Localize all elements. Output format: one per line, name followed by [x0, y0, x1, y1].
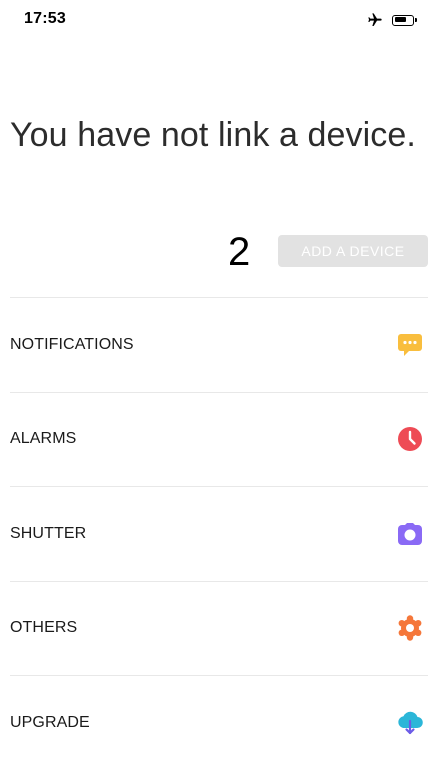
menu-item-label: SHUTTER: [10, 524, 87, 542]
menu-item-shutter[interactable]: SHUTTER: [10, 487, 428, 581]
chat-bubble-icon: [396, 331, 424, 359]
clock-icon: [396, 425, 424, 453]
status-time: 17:53: [24, 10, 66, 27]
menu-item-label: UPGRADE: [10, 713, 90, 731]
menu-item-upgrade[interactable]: UPGRADE: [10, 676, 428, 770]
cloud-download-icon: [396, 709, 424, 737]
airplane-icon: [366, 12, 384, 28]
add-device-button[interactable]: ADD A DEVICE: [278, 235, 428, 267]
menu-item-alarms[interactable]: ALARMS: [10, 393, 428, 487]
menu-item-notifications[interactable]: NOTIFICATIONS: [10, 298, 428, 392]
menu-item-others[interactable]: OTHERS: [10, 582, 428, 676]
settings-menu: NOTIFICATIONS ALARMS SHUTTER OTHERS UPGR…: [10, 297, 428, 770]
device-count: 2: [228, 230, 251, 274]
battery-icon: [392, 14, 417, 26]
gear-icon: [396, 614, 424, 642]
menu-item-label: OTHERS: [10, 619, 78, 637]
menu-item-label: ALARMS: [10, 430, 77, 448]
menu-item-label: NOTIFICATIONS: [10, 335, 134, 353]
camera-icon: [396, 520, 424, 548]
status-icons: [366, 12, 417, 28]
page-title: You have not link a device.: [10, 116, 416, 154]
status-bar: 17:53: [0, 0, 428, 44]
battery-level: [394, 17, 406, 22]
